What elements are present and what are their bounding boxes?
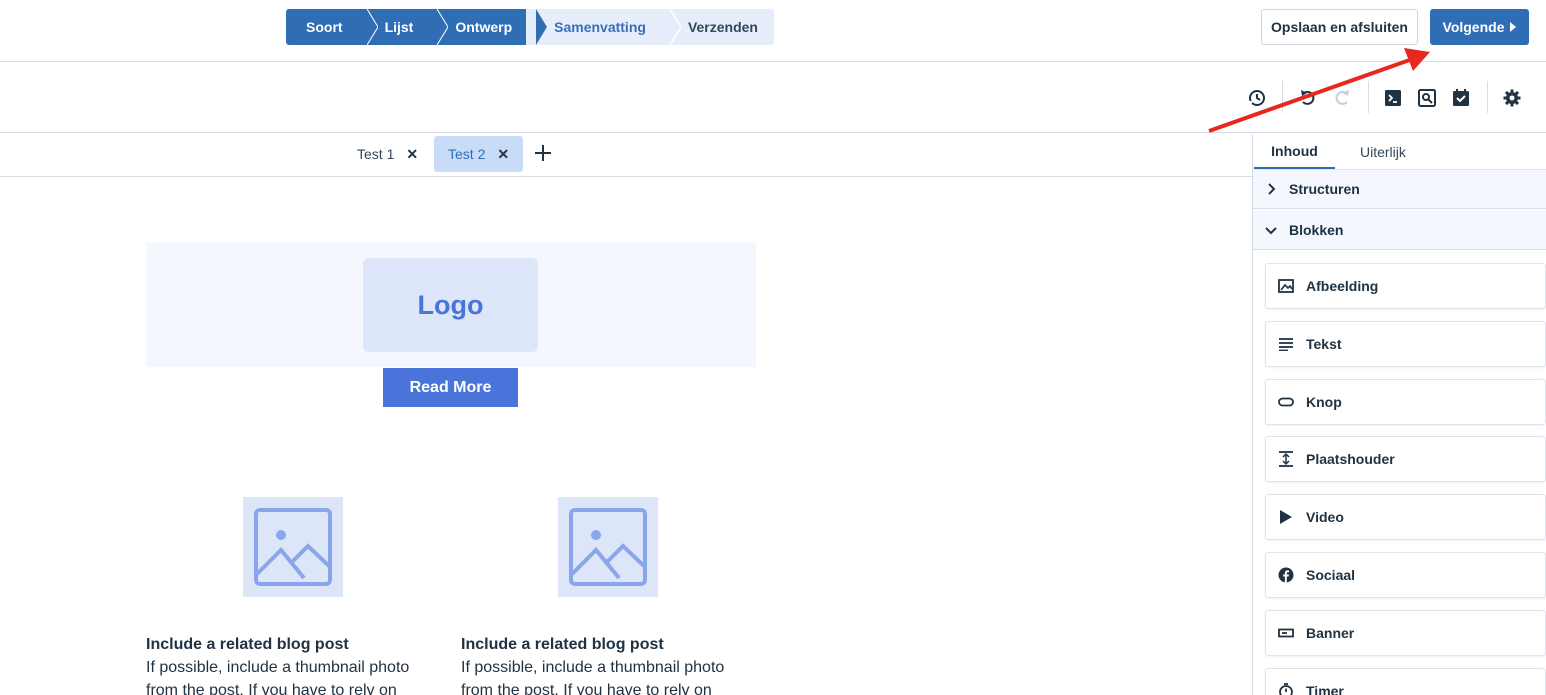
close-icon[interactable]: ✕ bbox=[497, 146, 509, 163]
button-icon bbox=[1266, 397, 1306, 407]
block-social[interactable]: Sociaal bbox=[1265, 552, 1546, 598]
step-label: Ontwerp bbox=[455, 19, 513, 35]
tab-test-1[interactable]: Test 1 ✕ bbox=[343, 136, 432, 172]
post-title: Include a related blog post bbox=[146, 636, 349, 653]
content-panel: Inhoud Uiterlijk Structuren Blokken Afbe… bbox=[1252, 134, 1546, 695]
image-placeholder-icon[interactable] bbox=[243, 497, 343, 597]
block-timer[interactable]: Timer bbox=[1265, 668, 1546, 695]
block-label: Timer bbox=[1306, 683, 1344, 695]
blog-post-text[interactable]: Include a related blog post If possible,… bbox=[146, 633, 446, 695]
section-label: Structuren bbox=[1289, 181, 1360, 197]
block-image[interactable]: Afbeelding bbox=[1265, 263, 1546, 309]
read-more-button[interactable]: Read More bbox=[383, 368, 518, 407]
caret-right-icon bbox=[1510, 19, 1517, 35]
chevron-right-icon bbox=[1253, 183, 1289, 195]
toolbar-divider bbox=[1487, 81, 1488, 113]
text-icon bbox=[1266, 337, 1306, 351]
section-blocks[interactable]: Blokken bbox=[1253, 210, 1546, 250]
video-icon bbox=[1266, 509, 1306, 525]
step-label: Lijst bbox=[384, 19, 414, 35]
block-label: Plaatshouder bbox=[1306, 451, 1395, 467]
post-body-line: If possible, include a thumbnail photo bbox=[461, 659, 725, 676]
checklist-icon[interactable] bbox=[1450, 87, 1472, 109]
block-text[interactable]: Tekst bbox=[1265, 321, 1546, 367]
logo-placeholder[interactable]: Logo bbox=[363, 258, 538, 352]
post-body-line: from the post. If you have to rely on bbox=[146, 682, 397, 695]
step-label: Verzenden bbox=[687, 19, 758, 35]
block-label: Afbeelding bbox=[1306, 278, 1379, 294]
block-spacer[interactable]: Plaatshouder bbox=[1265, 436, 1546, 482]
next-button[interactable]: Volgende bbox=[1430, 9, 1529, 45]
section-label: Blokken bbox=[1289, 221, 1344, 238]
chevron-down-icon bbox=[1253, 225, 1289, 235]
close-icon[interactable]: ✕ bbox=[406, 146, 418, 163]
facebook-icon bbox=[1266, 567, 1306, 583]
section-structures[interactable]: Structuren bbox=[1253, 169, 1546, 209]
block-banner[interactable]: Banner bbox=[1265, 610, 1546, 656]
tab-test-2[interactable]: Test 2 ✕ bbox=[434, 136, 524, 172]
block-label: Video bbox=[1306, 509, 1344, 525]
tab-label: Test 1 bbox=[357, 146, 395, 162]
wizard-steps: Soort Lijst Ontwerp Samenvatting Verzend… bbox=[286, 9, 774, 45]
email-header-block[interactable]: Logo bbox=[146, 242, 756, 367]
email-canvas[interactable]: Logo Read More Include a related blog po… bbox=[0, 178, 1252, 695]
block-button[interactable]: Knop bbox=[1265, 379, 1546, 425]
next-label: Volgende bbox=[1442, 19, 1505, 35]
blog-post-text[interactable]: Include a related blog post If possible,… bbox=[461, 633, 761, 695]
variant-tabs: Test 1 ✕ Test 2 ✕ bbox=[0, 134, 1252, 177]
spacer-icon bbox=[1266, 451, 1306, 467]
banner-icon bbox=[1266, 628, 1306, 638]
block-label: Tekst bbox=[1306, 336, 1342, 352]
block-label: Sociaal bbox=[1306, 567, 1356, 583]
image-icon bbox=[1266, 279, 1306, 293]
step-soort[interactable]: Soort bbox=[286, 9, 378, 45]
timer-icon bbox=[1266, 683, 1306, 695]
settings-icon[interactable] bbox=[1501, 87, 1523, 109]
image-placeholder-icon[interactable] bbox=[558, 497, 658, 597]
block-video[interactable]: Video bbox=[1265, 494, 1546, 540]
add-tab-icon[interactable] bbox=[533, 143, 553, 163]
block-label: Knop bbox=[1306, 394, 1342, 410]
tab-label: Test 2 bbox=[448, 146, 486, 162]
block-label: Banner bbox=[1306, 625, 1355, 641]
step-label: Soort bbox=[306, 19, 343, 35]
post-body-line: If possible, include a thumbnail photo bbox=[146, 659, 410, 676]
annotation-arrow-icon bbox=[1208, 48, 1430, 133]
post-body-line: from the post. If you have to rely on bbox=[461, 682, 712, 695]
step-label: Samenvatting bbox=[554, 19, 646, 35]
post-title: Include a related blog post bbox=[461, 636, 664, 653]
